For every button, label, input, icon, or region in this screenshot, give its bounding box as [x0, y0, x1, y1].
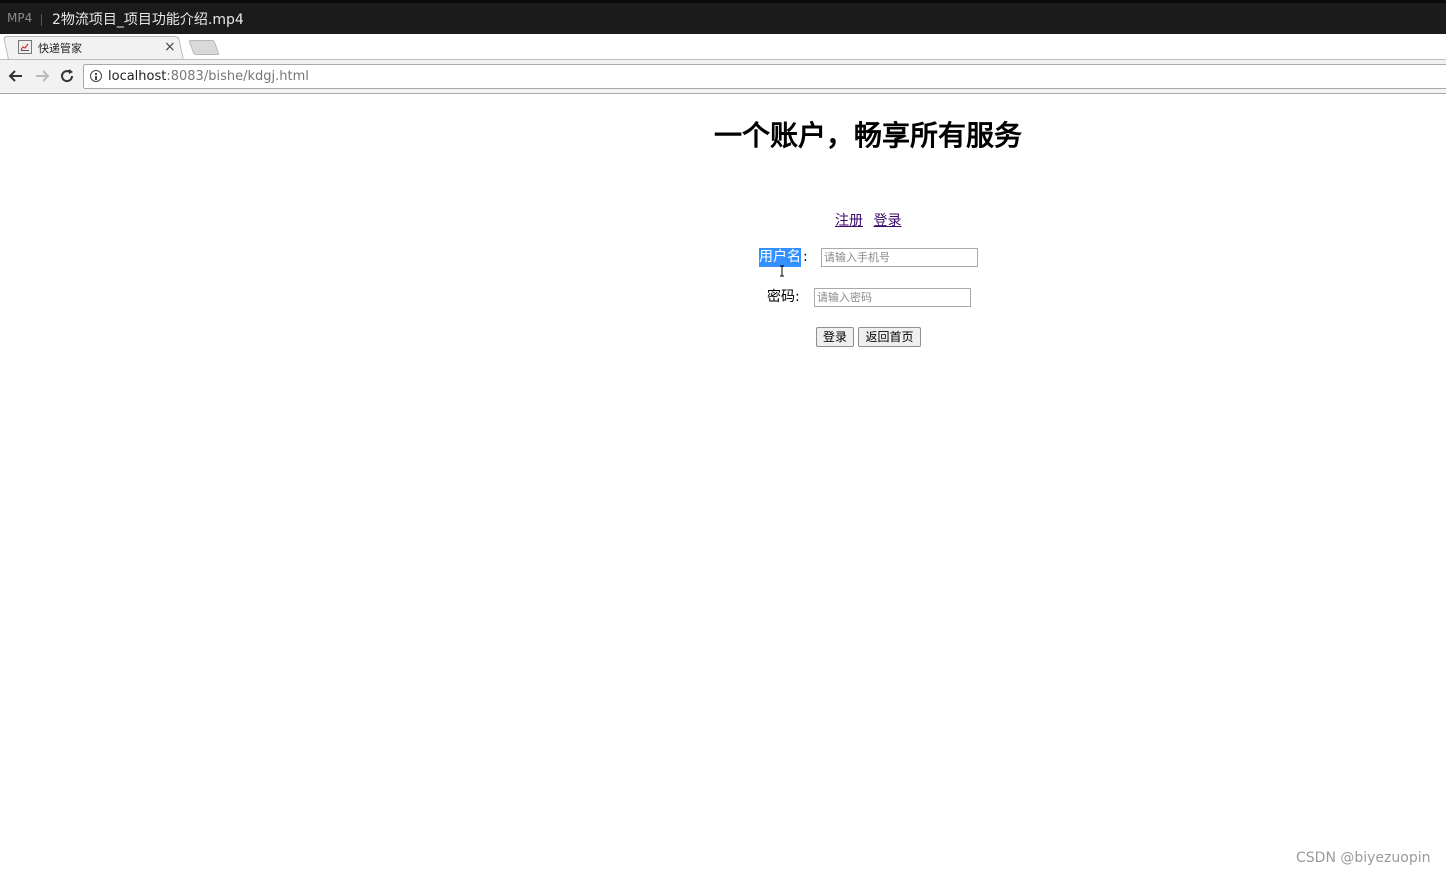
forward-arrow-icon[interactable]	[32, 66, 52, 86]
tab-title: 快递管家	[38, 42, 82, 55]
new-tab-button[interactable]	[188, 40, 220, 55]
text-cursor-icon	[778, 262, 786, 277]
url-path: :8083/bishe/kdgj.html	[166, 69, 309, 84]
password-label: 密码:	[767, 289, 800, 305]
reload-icon[interactable]	[57, 66, 77, 86]
back-arrow-icon[interactable]	[6, 66, 26, 86]
watermark: CSDN @biyezuopin	[1296, 850, 1431, 866]
info-icon[interactable]	[90, 70, 102, 82]
video-file-title: 2物流项目_项目功能介绍.mp4	[52, 12, 244, 28]
url-text[interactable]: localhost:8083/bishe/kdgj.html	[108, 69, 309, 84]
username-input[interactable]	[821, 248, 978, 267]
title-separator	[41, 14, 42, 26]
login-link[interactable]: 登录	[873, 213, 901, 229]
login-button[interactable]: 登录	[816, 327, 854, 347]
file-type-badge: MP4	[7, 11, 33, 25]
video-player-title-bar: MP4 2物流项目_项目功能介绍.mp4	[0, 0, 1446, 34]
url-host: localhost	[108, 69, 167, 84]
return-home-button[interactable]: 返回首页	[858, 327, 921, 347]
page-title: 一个账户，畅享所有服务	[713, 119, 1022, 152]
register-link[interactable]: 注册	[835, 213, 863, 229]
username-colon: :	[803, 249, 808, 265]
chart-favicon-icon	[18, 40, 32, 54]
auth-links: 注册 登录	[835, 210, 907, 230]
browser-tab-content[interactable]: 快递管家 ×	[18, 38, 180, 58]
close-icon[interactable]: ×	[164, 38, 176, 56]
password-input[interactable]	[814, 288, 971, 307]
